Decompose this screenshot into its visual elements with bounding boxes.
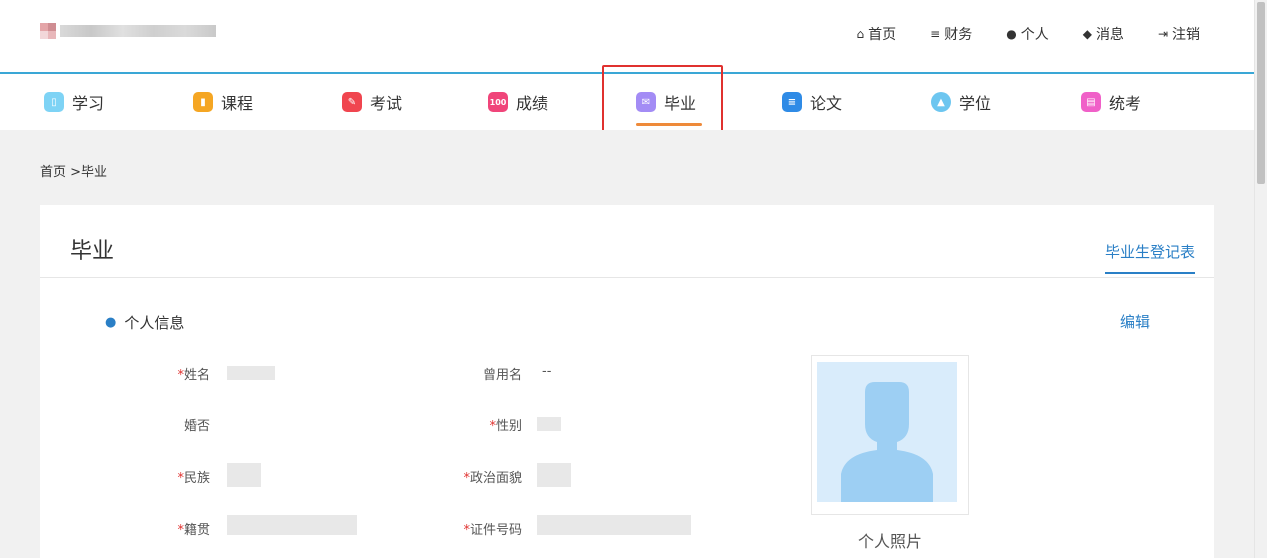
edit-button[interactable]: 编辑 xyxy=(1120,311,1150,332)
database-icon: ≡ xyxy=(930,27,941,41)
module-label: 成绩 xyxy=(516,94,549,113)
unified-exam-icon: ▤ xyxy=(1081,92,1101,112)
site-logo[interactable] xyxy=(40,23,216,41)
section-personal-info: ● 个人信息 xyxy=(105,312,184,333)
module-course[interactable]: ▮ 课程 xyxy=(193,74,253,130)
field-value-gender xyxy=(537,417,561,431)
field-value-ethnicity xyxy=(227,463,261,487)
top-link-label: 消息 xyxy=(1095,27,1124,43)
field-value-former-name: -- xyxy=(542,364,552,379)
top-nav: ⌂ 首页 ≡ 财务 ● 个人 ◆ 消息 ⇥ 注销 xyxy=(823,24,1200,44)
field-value-id-number xyxy=(537,515,691,535)
module-study[interactable]: ▯ 学习 xyxy=(44,74,104,130)
top-link-label: 首页 xyxy=(868,27,897,43)
photo-caption: 个人照片 xyxy=(857,532,922,551)
divider xyxy=(40,277,1214,278)
top-link-finance[interactable]: ≡ 财务 xyxy=(930,24,972,44)
tab-graduate-registration[interactable]: 毕业生登记表 xyxy=(1104,241,1195,274)
module-score[interactable]: 100 成绩 xyxy=(488,74,548,130)
field-value-native-place xyxy=(227,515,357,535)
degree-icon: ▲ xyxy=(931,92,951,112)
top-link-messages[interactable]: ◆ 消息 xyxy=(1083,24,1124,44)
field-label-gender: *性别 xyxy=(489,419,522,434)
field-label-native-place: *籍贯 xyxy=(177,523,210,538)
page-scrollbar[interactable] xyxy=(1254,0,1267,558)
module-degree[interactable]: ▲ 学位 xyxy=(931,74,991,130)
exam-icon: ✎ xyxy=(342,92,362,112)
bell-icon: ◆ xyxy=(1082,27,1092,41)
module-label: 学位 xyxy=(959,94,992,113)
module-label: 课程 xyxy=(221,94,254,113)
field-label-former-name: 曾用名 xyxy=(482,368,522,383)
module-exam[interactable]: ✎ 考试 xyxy=(342,74,402,130)
page-title: 毕业 xyxy=(70,239,115,264)
field-label-name: *姓名 xyxy=(177,368,210,383)
top-link-home[interactable]: ⌂ 首页 xyxy=(857,24,897,44)
graduation-card: 毕业 毕业生登记表 ● 个人信息 编辑 *姓名 曾用名 -- 婚否 *性别 *民… xyxy=(40,205,1214,558)
module-thesis[interactable]: ≡ 论文 xyxy=(782,74,842,130)
top-link-label: 个人 xyxy=(1020,27,1049,43)
top-header: ⌂ 首页 ≡ 财务 ● 个人 ◆ 消息 ⇥ 注销 xyxy=(0,0,1255,74)
user-icon: ● xyxy=(1006,27,1017,41)
section-title: 个人信息 xyxy=(124,314,185,332)
avatar-placeholder-icon xyxy=(817,362,957,502)
top-link-profile[interactable]: ● 个人 xyxy=(1006,24,1048,44)
field-label-marital: 婚否 xyxy=(183,419,210,434)
top-link-logout[interactable]: ⇥ 注销 xyxy=(1158,24,1200,44)
user-icon: ● xyxy=(105,315,117,330)
score-icon: 100 xyxy=(488,92,508,112)
logout-icon: ⇥ xyxy=(1157,27,1168,41)
field-label-ethnicity: *民族 xyxy=(177,471,210,486)
field-label-political: *政治面貌 xyxy=(463,471,522,486)
top-link-label: 注销 xyxy=(1172,27,1200,43)
module-label: 学习 xyxy=(72,94,105,113)
module-label: 考试 xyxy=(370,94,403,113)
scrollbar-thumb[interactable] xyxy=(1257,2,1265,184)
course-icon: ▮ xyxy=(193,92,213,112)
field-value-political xyxy=(537,463,571,487)
home-icon: ⌂ xyxy=(856,27,865,41)
study-icon: ▯ xyxy=(44,92,64,112)
top-link-label: 财务 xyxy=(944,27,973,43)
module-unified-exam[interactable]: ▤ 统考 xyxy=(1081,74,1141,130)
module-label: 论文 xyxy=(810,94,843,113)
module-label: 统考 xyxy=(1109,94,1142,113)
thesis-icon: ≡ xyxy=(782,92,802,112)
photo-frame[interactable] xyxy=(811,355,969,515)
field-value-name xyxy=(227,366,275,380)
breadcrumb: 首页 >毕业 xyxy=(40,165,108,180)
field-label-id-number: *证件号码 xyxy=(463,523,522,538)
